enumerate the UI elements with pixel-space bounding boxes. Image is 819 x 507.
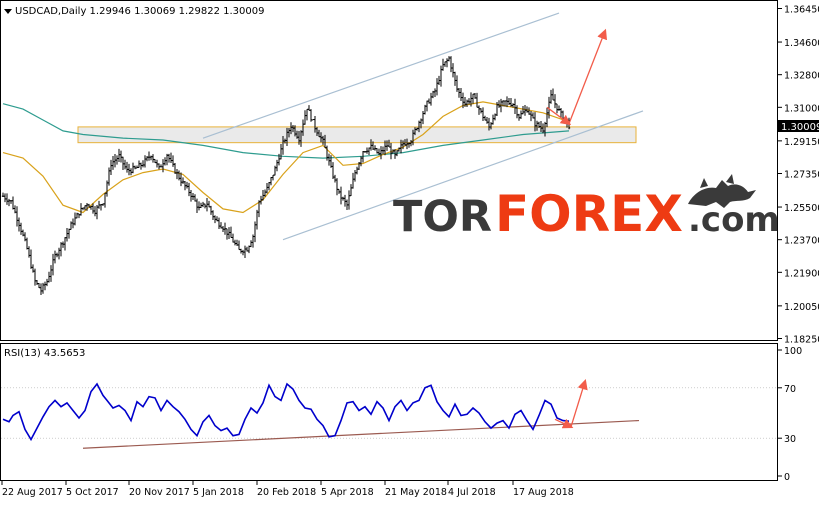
date-tick-label: 5 Oct 2017 <box>66 487 119 498</box>
date-tick-label: 21 May 2018 <box>385 487 447 498</box>
rsi-label: RSI(13) 43.5653 <box>4 348 85 359</box>
rsi-pane-frame <box>0 343 778 481</box>
date-axis: 22 Aug 2017 5 Oct 2017 20 Nov 2017 5 Jan 20… <box>1 481 574 498</box>
rsi-tick-label: 30 <box>784 434 796 445</box>
watermark-dotcom: .com <box>688 200 780 240</box>
date-tick-label: 17 Aug 2018 <box>513 487 574 498</box>
price-tick-label: 1.20050 <box>784 302 819 313</box>
chart-svg[interactable]: 1.36450 1.34600 1.32800 1.31000 1.29150 1.273… <box>0 0 819 503</box>
price-pane-frame <box>0 0 778 341</box>
date-tick-label: 5 Apr 2018 <box>321 487 374 498</box>
current-price-tag: 1.30009 <box>778 120 819 133</box>
price-tick-label: 1.32800 <box>784 71 819 82</box>
rsi-tick-label: 100 <box>784 346 802 357</box>
price-tick-label: 1.36450 <box>784 5 819 16</box>
price-tick-label: 1.21900 <box>784 268 819 279</box>
price-axis: 1.36450 1.34600 1.32800 1.31000 1.29150 1.273… <box>778 5 819 346</box>
rsi-tick-label: 0 <box>784 472 790 483</box>
symbol-info: USDCAD,Daily 1.29946 1.30069 1.29822 1.3… <box>15 6 265 17</box>
watermark-tor: TOR <box>393 192 492 242</box>
date-tick-label: 20 Feb 2018 <box>257 487 316 498</box>
price-tick-label: 1.18250 <box>784 335 819 346</box>
rsi-tick-label: 70 <box>784 384 796 395</box>
current-price-text: 1.30009 <box>781 122 819 133</box>
price-tick-label: 1.31000 <box>784 103 819 114</box>
price-tick-label: 1.25500 <box>784 203 819 214</box>
date-tick-label: 20 Nov 2017 <box>129 487 190 498</box>
price-tick-label: 1.27350 <box>784 170 819 181</box>
price-tick-label: 1.34600 <box>784 38 819 49</box>
price-tick-label: 1.29150 <box>784 137 819 148</box>
date-tick-label: 5 Jan 2018 <box>193 487 244 498</box>
date-tick-label: 4 Jul 2018 <box>448 487 496 498</box>
date-tick-label: 22 Aug 2017 <box>2 487 63 498</box>
watermark-forex: FOREX <box>495 185 683 243</box>
symbol-header: USDCAD,Daily 1.29946 1.30069 1.29822 1.3… <box>4 6 265 17</box>
price-tick-label: 1.23700 <box>784 236 819 247</box>
chart-window[interactable]: 1.36450 1.34600 1.32800 1.31000 1.29150 1.273… <box>0 0 819 503</box>
